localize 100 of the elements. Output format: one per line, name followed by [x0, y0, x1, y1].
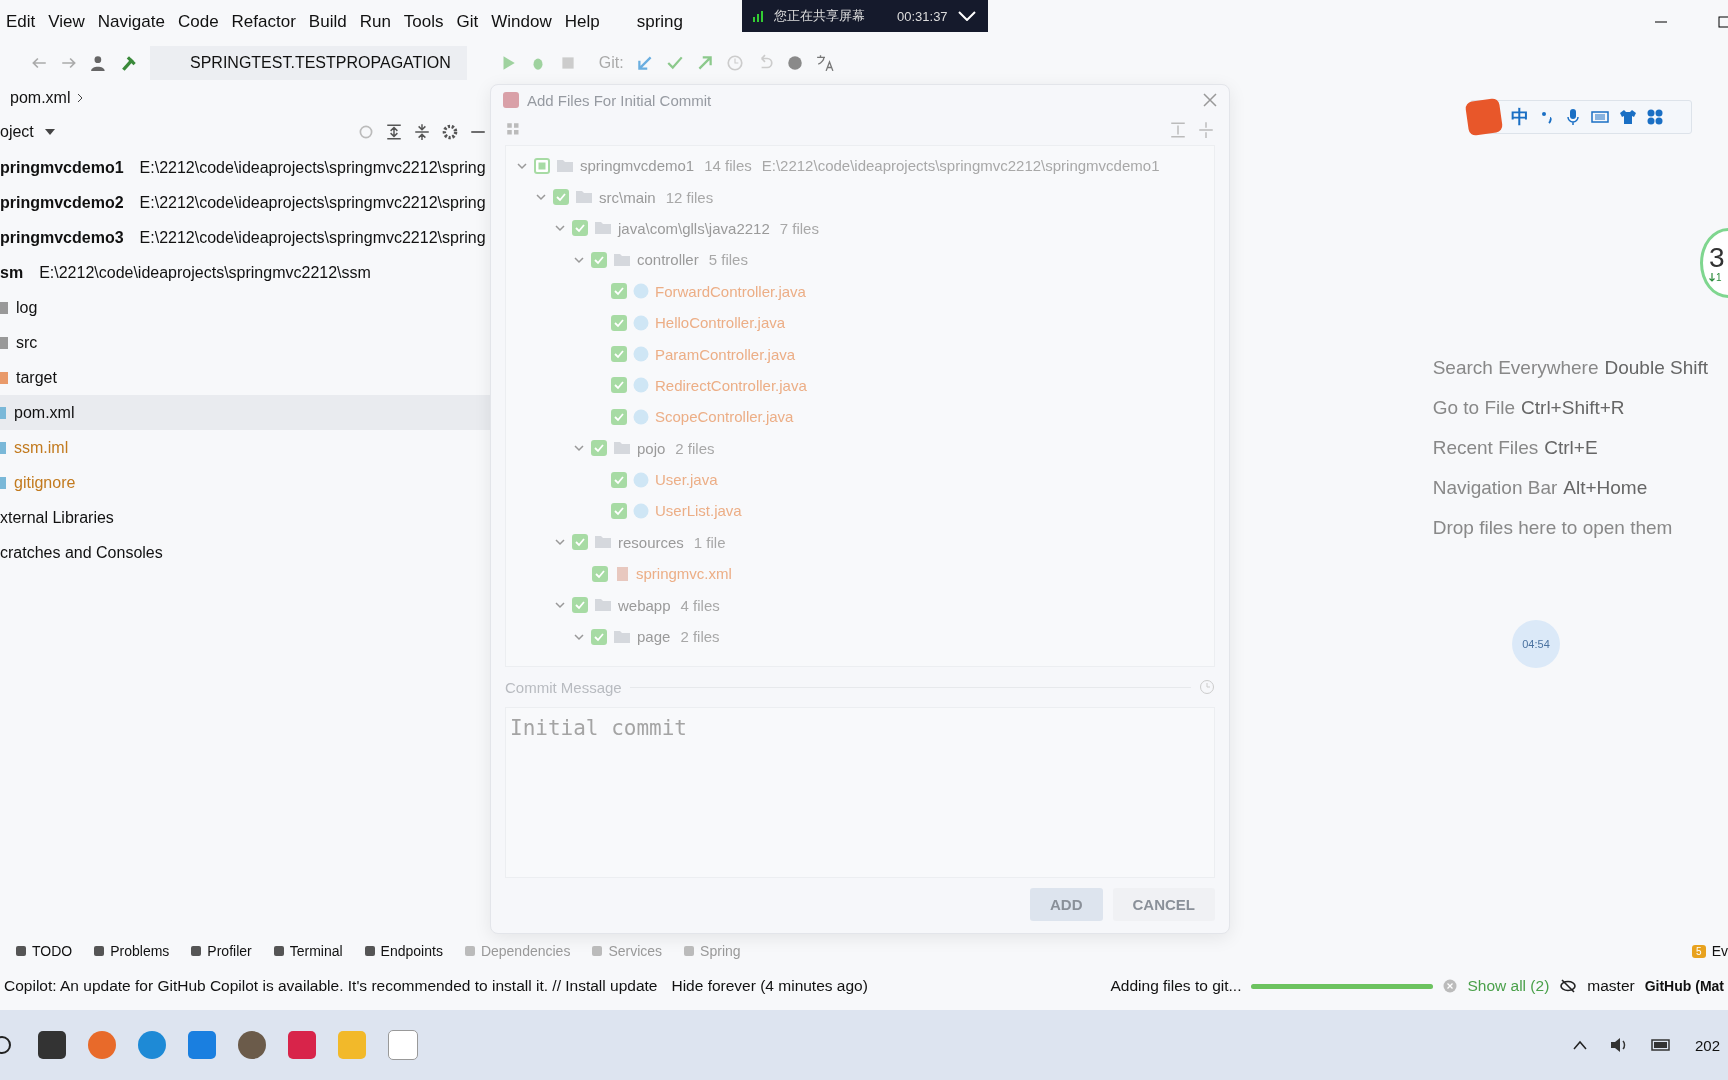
chevron-up-icon[interactable]	[1572, 1040, 1587, 1050]
tool-window-tab[interactable]: Ev	[1711, 943, 1728, 959]
file-count: 2 files	[680, 628, 720, 646]
account-widget[interactable]: GitHub (Mat	[1644, 978, 1724, 994]
class-icon	[633, 346, 649, 363]
timer-bubble[interactable]: 04:54	[1512, 620, 1560, 668]
maximize-icon[interactable]	[1718, 15, 1728, 29]
hide-forever-link[interactable]: Hide forever (4 minutes ago)	[671, 977, 868, 995]
menu-item[interactable]: Tools	[397, 12, 451, 32]
file-count: 1 file	[693, 533, 726, 551]
menu-item[interactable]: View	[42, 12, 92, 32]
signal-icon	[752, 10, 764, 22]
tool-window-tab[interactable]: Endpoints	[364, 943, 443, 959]
checkbox[interactable]	[611, 408, 627, 425]
checkbox[interactable]	[611, 314, 627, 331]
taskbar-clock[interactable]: 202	[1694, 1036, 1720, 1054]
keyboard-icon[interactable]	[1591, 110, 1609, 124]
status-message: Copilot: An update for GitHub Copilot is available. It's recommended to install it. // Install update	[4, 977, 658, 995]
menu-item[interactable]: Run	[353, 12, 398, 32]
git-label: Git:	[598, 54, 624, 72]
collapse-all-icon[interactable]	[413, 123, 431, 141]
run-configuration-selector[interactable]: SPRINGTEST.TESTPROPAGATION	[150, 46, 467, 80]
arrow-down-icon	[1709, 272, 1715, 282]
class-icon	[633, 503, 649, 519]
crosshair-icon[interactable]	[357, 123, 375, 141]
browser-icon[interactable]	[88, 1031, 116, 1059]
chevron-down-icon[interactable]	[957, 11, 976, 21]
editor-hint: Search Everywhere Double Shift	[1432, 357, 1708, 379]
tool-window-tab[interactable]: Terminal	[273, 943, 343, 959]
checkbox[interactable]	[572, 534, 588, 551]
folder-icon	[613, 252, 631, 267]
checkmark-icon[interactable]	[665, 54, 684, 72]
clock-icon[interactable]	[725, 54, 744, 72]
app-logo-icon	[503, 92, 519, 108]
checkbox[interactable]	[591, 251, 607, 268]
tool-window-tab[interactable]: Problems	[94, 943, 170, 959]
cancel-icon[interactable]	[1443, 979, 1458, 993]
folder-icon	[613, 629, 631, 644]
editor-hint: Recent Files Ctrl+E	[1432, 437, 1599, 459]
menu-item[interactable]: Window	[485, 12, 559, 32]
menu-item[interactable]: Refactor	[225, 12, 303, 32]
expand-all-icon[interactable]	[385, 123, 403, 141]
editor-hint: Drop files here to open them	[1432, 517, 1674, 539]
checkbox[interactable]	[572, 220, 588, 237]
app-icon[interactable]	[38, 1031, 66, 1059]
eye-crossed-icon[interactable]	[1559, 978, 1578, 994]
ide-icon[interactable]	[288, 1031, 316, 1059]
clock-icon[interactable]	[1199, 679, 1215, 695]
caret-down-icon[interactable]	[43, 128, 56, 136]
translate-icon[interactable]	[815, 54, 834, 72]
tool-window-tab[interactable]: TODO	[16, 943, 73, 959]
microphone-icon[interactable]	[1565, 108, 1581, 126]
punctuation-icon[interactable]	[1539, 109, 1555, 125]
breadcrumb-item[interactable]: pom.xml	[10, 89, 71, 107]
checkbox[interactable]	[591, 440, 607, 457]
project-tree-item[interactable]: target	[0, 360, 495, 395]
checkbox[interactable]	[591, 628, 607, 645]
score-circle[interactable]: 3 1	[1700, 228, 1728, 298]
arrow-down-left-icon[interactable]	[635, 54, 654, 72]
chevron-right-icon	[76, 92, 85, 104]
checkbox[interactable]	[553, 189, 569, 206]
git-branch-widget[interactable]: master	[1587, 977, 1635, 995]
folder-icon	[594, 221, 612, 236]
close-icon[interactable]	[1203, 93, 1217, 107]
class-icon	[633, 471, 649, 488]
checkbox[interactable]	[611, 503, 627, 519]
project-tree-item[interactable]: src	[0, 325, 495, 360]
checkbox[interactable]	[611, 471, 627, 488]
editor-hint: Navigation Bar Alt+Home	[1432, 477, 1649, 499]
tool-window-tab[interactable]: Profiler	[191, 943, 252, 959]
checkbox[interactable]	[611, 283, 627, 300]
menu-item[interactable]: Build	[302, 12, 354, 32]
share-status: 您正在共享屏幕	[774, 7, 865, 25]
checkbox[interactable]	[592, 565, 608, 582]
class-icon	[633, 283, 649, 300]
browser-icon[interactable]	[138, 1031, 166, 1059]
hammer-icon[interactable]	[120, 54, 138, 72]
menu-item[interactable]: Code	[171, 12, 226, 32]
grid-icon[interactable]	[1647, 109, 1663, 125]
battery-icon[interactable]	[1650, 1038, 1673, 1052]
shirt-icon[interactable]	[1619, 109, 1637, 125]
checkbox[interactable]	[611, 377, 627, 394]
menu-item[interactable]: Navigate	[91, 12, 172, 32]
checkbox[interactable]	[572, 597, 588, 614]
app-icon[interactable]	[238, 1031, 266, 1059]
project-tree-item[interactable]: log	[0, 290, 495, 325]
checkbox[interactable]	[611, 346, 627, 363]
menu-item[interactable]: Help	[558, 12, 607, 32]
menu-item[interactable]: Edit	[0, 12, 43, 32]
commit-message-label: Commit Message	[505, 678, 622, 696]
ime-mode-toggle[interactable]: 中	[1511, 105, 1529, 129]
file-count: 5 files	[708, 251, 748, 269]
menu-item[interactable]: Git	[450, 12, 486, 32]
settings-icon[interactable]	[441, 123, 459, 141]
file-path: E:\2212\code\ideaprojects\springmvc2212\springmvcdemo1	[761, 157, 1160, 175]
file-count: 2 files	[675, 439, 715, 457]
checkbox[interactable]	[534, 157, 550, 174]
class-icon	[633, 377, 649, 394]
text-editor-icon[interactable]	[388, 1030, 418, 1060]
panel-title[interactable]: oject	[0, 123, 34, 141]
